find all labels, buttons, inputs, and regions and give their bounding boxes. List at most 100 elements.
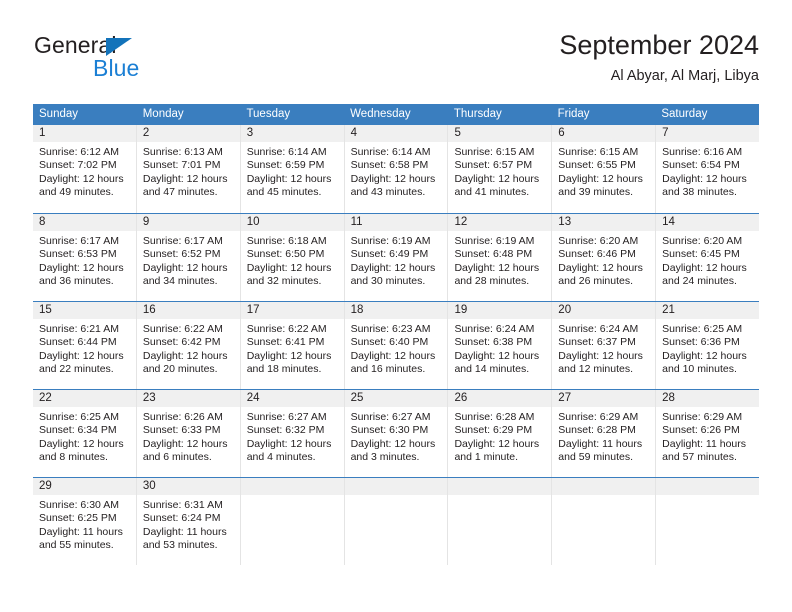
- day-number: 19: [454, 304, 468, 316]
- daylight-text-line1: Daylight: 12 hours: [39, 172, 124, 185]
- day-cell[interactable]: 21 Sunrise: 6:25 AM Sunset: 6:36 PM Dayl…: [656, 302, 760, 389]
- sunset-text: Sunset: 7:02 PM: [39, 159, 117, 172]
- day-cell[interactable]: 9 Sunrise: 6:17 AM Sunset: 6:52 PM Dayli…: [136, 214, 241, 301]
- daylight-text-line2: and 55 minutes.: [39, 539, 114, 552]
- sunrise-text: Sunrise: 6:17 AM: [142, 235, 223, 247]
- day-cell[interactable]: 3 Sunrise: 6:14 AM Sunset: 6:59 PM Dayli…: [240, 125, 345, 213]
- day-number-band: 16: [136, 302, 240, 319]
- day-number-band: 8: [33, 214, 136, 231]
- day-cell[interactable]: 14 Sunrise: 6:20 AM Sunset: 6:45 PM Dayl…: [656, 214, 760, 301]
- sunset-text: Sunset: 6:28 PM: [558, 424, 636, 437]
- sunrise-text: Sunrise: 6:22 AM: [246, 323, 327, 335]
- daylight-text-line1: Daylight: 12 hours: [350, 349, 436, 362]
- day-number-band: 21: [656, 302, 760, 319]
- daylight-text-line2: and 36 minutes.: [39, 275, 114, 288]
- sunset-text: Sunset: 6:49 PM: [350, 248, 429, 261]
- day-number-band: 24: [240, 390, 344, 407]
- day-number-band: 28: [656, 390, 760, 407]
- day-cell[interactable]: 20 Sunrise: 6:24 AM Sunset: 6:37 PM Dayl…: [552, 302, 657, 389]
- daylight-text-line2: and 38 minutes.: [662, 186, 737, 199]
- sunrise-text: Sunrise: 6:23 AM: [350, 323, 431, 335]
- day-cell[interactable]: 18 Sunrise: 6:23 AM Sunset: 6:40 PM Dayl…: [344, 302, 449, 389]
- day-number: 27: [558, 392, 572, 404]
- day-details: Sunrise: 6:27 AM Sunset: 6:32 PM Dayligh…: [241, 407, 344, 465]
- daylight-text-line2: and 12 minutes.: [558, 363, 634, 376]
- day-cell[interactable]: 12 Sunrise: 6:19 AM Sunset: 6:48 PM Dayl…: [448, 214, 553, 301]
- day-cell[interactable]: 16 Sunrise: 6:22 AM Sunset: 6:42 PM Dayl…: [136, 302, 241, 389]
- day-details: Sunrise: 6:13 AM Sunset: 7:01 PM Dayligh…: [137, 142, 240, 200]
- daylight-text-line1: Daylight: 12 hours: [246, 172, 332, 185]
- daylight-text-line1: Daylight: 12 hours: [246, 437, 332, 450]
- day-cell[interactable]: 28 Sunrise: 6:29 AM Sunset: 6:26 PM Dayl…: [656, 390, 760, 477]
- day-number: 6: [558, 127, 565, 139]
- sunset-text: Sunset: 6:29 PM: [454, 424, 533, 437]
- sunrise-text: Sunrise: 6:28 AM: [454, 411, 535, 423]
- weekday-header-sunday: Sunday: [39, 108, 79, 120]
- day-details: Sunrise: 6:20 AM Sunset: 6:45 PM Dayligh…: [656, 231, 759, 289]
- daylight-text-line1: Daylight: 12 hours: [246, 349, 332, 362]
- daylight-text-line1: Daylight: 12 hours: [39, 349, 124, 362]
- sunrise-text: Sunrise: 6:15 AM: [558, 146, 639, 158]
- day-number: 18: [350, 304, 364, 316]
- title-block: September 2024 Al Abyar, Al Marj, Libya: [559, 28, 759, 87]
- calendar-page: General Blue September 2024 Al Abyar, Al…: [0, 0, 792, 612]
- sunset-text: Sunset: 6:59 PM: [246, 159, 325, 172]
- daylight-text-line2: and 10 minutes.: [662, 363, 737, 376]
- daylight-text-line2: and 24 minutes.: [662, 275, 737, 288]
- day-number: 25: [350, 392, 364, 404]
- day-details: Sunrise: 6:19 AM Sunset: 6:49 PM Dayligh…: [345, 231, 448, 289]
- day-cell-empty: [552, 478, 657, 565]
- day-number: 5: [454, 127, 461, 139]
- daylight-text-line2: and 20 minutes.: [142, 363, 218, 376]
- day-cell[interactable]: 15 Sunrise: 6:21 AM Sunset: 6:44 PM Dayl…: [33, 302, 137, 389]
- sunrise-text: Sunrise: 6:20 AM: [558, 235, 639, 247]
- day-details: Sunrise: 6:21 AM Sunset: 6:44 PM Dayligh…: [33, 319, 136, 377]
- sunset-text: Sunset: 6:24 PM: [142, 512, 221, 525]
- day-number: 30: [142, 480, 156, 492]
- day-number: 29: [39, 480, 52, 492]
- page-header: General Blue September 2024 Al Abyar, Al…: [33, 28, 759, 96]
- day-cell[interactable]: 10 Sunrise: 6:18 AM Sunset: 6:50 PM Dayl…: [240, 214, 345, 301]
- day-cell[interactable]: 24 Sunrise: 6:27 AM Sunset: 6:32 PM Dayl…: [240, 390, 345, 477]
- day-cell[interactable]: 27 Sunrise: 6:29 AM Sunset: 6:28 PM Dayl…: [552, 390, 657, 477]
- day-cell[interactable]: 7 Sunrise: 6:16 AM Sunset: 6:54 PM Dayli…: [656, 125, 760, 213]
- week-row: 22 Sunrise: 6:25 AM Sunset: 6:34 PM Dayl…: [33, 389, 760, 477]
- weekday-header-tuesday: Tuesday: [246, 108, 291, 120]
- day-cell[interactable]: 26 Sunrise: 6:28 AM Sunset: 6:29 PM Dayl…: [448, 390, 553, 477]
- sunrise-text: Sunrise: 6:16 AM: [662, 146, 743, 158]
- sunset-text: Sunset: 6:50 PM: [246, 248, 325, 261]
- sunrise-text: Sunrise: 6:13 AM: [142, 146, 223, 158]
- day-number-band: 6: [552, 125, 656, 142]
- day-cell[interactable]: 2 Sunrise: 6:13 AM Sunset: 7:01 PM Dayli…: [136, 125, 241, 213]
- day-cell[interactable]: 1 Sunrise: 6:12 AM Sunset: 7:02 PM Dayli…: [33, 125, 137, 213]
- daylight-text-line1: Daylight: 12 hours: [558, 172, 643, 185]
- day-cell[interactable]: 8 Sunrise: 6:17 AM Sunset: 6:53 PM Dayli…: [33, 214, 137, 301]
- day-details: Sunrise: 6:15 AM Sunset: 6:55 PM Dayligh…: [552, 142, 655, 200]
- day-cell[interactable]: 17 Sunrise: 6:22 AM Sunset: 6:41 PM Dayl…: [240, 302, 345, 389]
- day-number-band: 27: [552, 390, 656, 407]
- page-subtitle: Al Abyar, Al Marj, Libya: [610, 68, 759, 84]
- day-number: 3: [246, 127, 254, 139]
- day-cell[interactable]: 6 Sunrise: 6:15 AM Sunset: 6:55 PM Dayli…: [552, 125, 657, 213]
- day-cell[interactable]: 4 Sunrise: 6:14 AM Sunset: 6:58 PM Dayli…: [344, 125, 449, 213]
- day-cell[interactable]: 13 Sunrise: 6:20 AM Sunset: 6:46 PM Dayl…: [552, 214, 657, 301]
- sunset-text: Sunset: 6:40 PM: [350, 336, 429, 349]
- day-details: Sunrise: 6:31 AM Sunset: 6:24 PM Dayligh…: [137, 495, 240, 553]
- sunrise-text: Sunrise: 6:14 AM: [350, 146, 431, 158]
- day-cell[interactable]: 29 Sunrise: 6:30 AM Sunset: 6:25 PM Dayl…: [33, 478, 137, 565]
- day-cell[interactable]: 5 Sunrise: 6:15 AM Sunset: 6:57 PM Dayli…: [448, 125, 553, 213]
- sunset-text: Sunset: 6:52 PM: [142, 248, 221, 261]
- day-cell[interactable]: 25 Sunrise: 6:27 AM Sunset: 6:30 PM Dayl…: [344, 390, 449, 477]
- day-number-band: 5: [448, 125, 552, 142]
- day-cell[interactable]: 23 Sunrise: 6:26 AM Sunset: 6:33 PM Dayl…: [136, 390, 241, 477]
- sunrise-text: Sunrise: 6:18 AM: [246, 235, 327, 247]
- day-number-band: [240, 478, 344, 495]
- day-cell[interactable]: 19 Sunrise: 6:24 AM Sunset: 6:38 PM Dayl…: [448, 302, 553, 389]
- day-cell[interactable]: 11 Sunrise: 6:19 AM Sunset: 6:49 PM Dayl…: [344, 214, 449, 301]
- day-cell[interactable]: 30 Sunrise: 6:31 AM Sunset: 6:24 PM Dayl…: [136, 478, 241, 565]
- day-cell[interactable]: 22 Sunrise: 6:25 AM Sunset: 6:34 PM Dayl…: [33, 390, 137, 477]
- day-number-band: [552, 478, 656, 495]
- daylight-text-line1: Daylight: 12 hours: [662, 261, 747, 274]
- day-number: 4: [350, 127, 357, 139]
- general-blue-logo[interactable]: General Blue: [33, 28, 263, 86]
